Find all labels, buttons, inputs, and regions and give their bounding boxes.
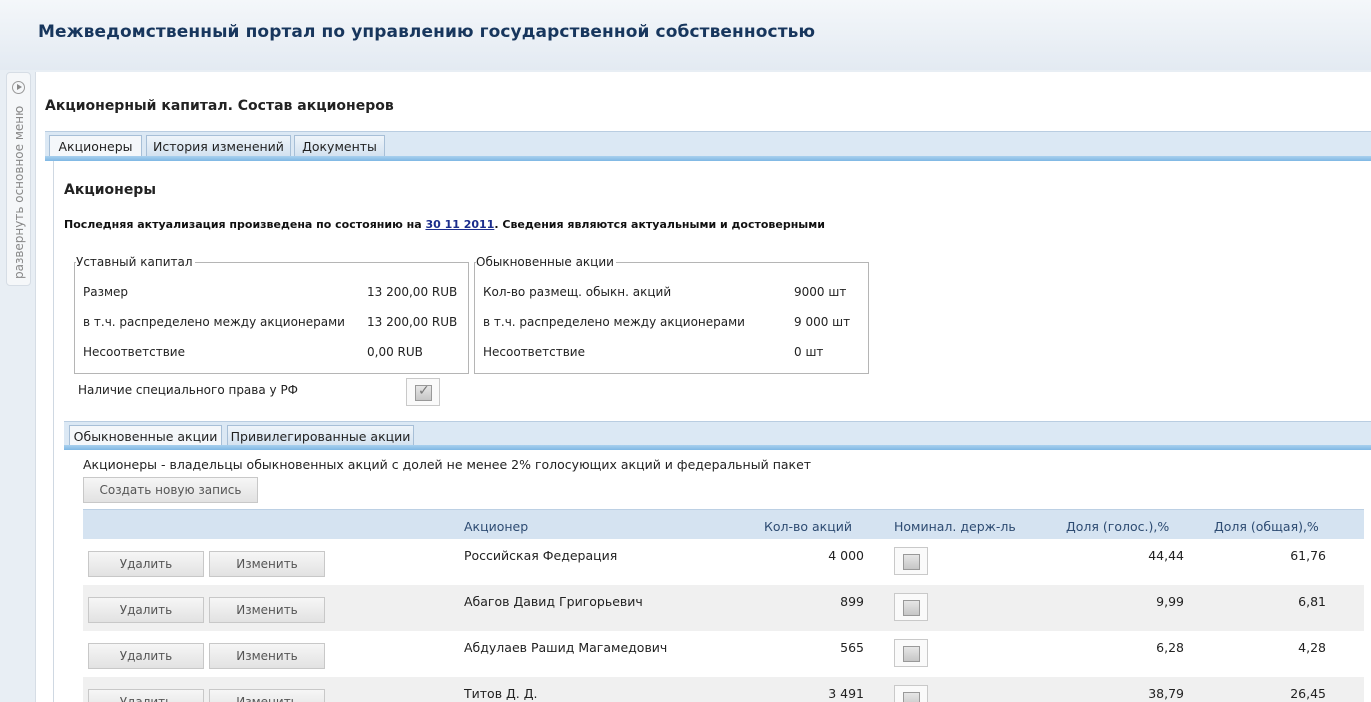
portal-title: Межведомственный портал по управлению го…	[38, 22, 816, 42]
ordinary-mismatch-value: 0 шт	[794, 345, 824, 359]
vote-share: 38,79	[1148, 686, 1184, 701]
col-vote-share[interactable]: Доля (голос.),%	[1066, 519, 1169, 534]
checkmark-icon	[415, 383, 432, 401]
actualization-date-link[interactable]: 30 11 2011	[425, 218, 494, 231]
actualization-note: Последняя актуализация произведена по со…	[64, 218, 825, 231]
table-row: Удалить Изменить Титов Д. Д. 3 491 38,79…	[83, 677, 1364, 702]
shares-count: 3 491	[828, 686, 864, 701]
total-share: 26,45	[1290, 686, 1326, 701]
edit-button[interactable]: Изменить	[209, 551, 325, 577]
ordinary-distributed-label: в т.ч. распределено между акционерами	[483, 315, 745, 329]
subtabbar-strip	[64, 445, 1371, 450]
page-title: Акционерный капитал. Состав акционеров	[45, 98, 394, 114]
actualization-suffix: . Сведения являются актуальными и достов…	[494, 218, 825, 231]
delete-button[interactable]: Удалить	[88, 689, 204, 702]
charter-distributed-label: в т.ч. распределено между акционерами	[83, 315, 345, 329]
expand-menu-toggle[interactable]: развернуть основное меню	[6, 72, 31, 286]
charter-distributed-value: 13 200,00 RUB	[367, 315, 458, 329]
nominee-checkbox[interactable]	[894, 547, 928, 575]
main-tabbar: Акционеры История изменений Документы	[45, 131, 1371, 161]
table-row: Удалить Изменить Абдулаев Рашид Магамедо…	[83, 631, 1364, 677]
app-header: Межведомственный портал по управлению го…	[0, 0, 1371, 70]
charter-size-label: Размер	[83, 285, 129, 299]
shares-count: 4 000	[828, 548, 864, 563]
section-title: Акционеры	[64, 182, 156, 198]
col-holder[interactable]: Акционер	[464, 519, 528, 534]
edit-button[interactable]: Изменить	[209, 689, 325, 702]
delete-button[interactable]: Удалить	[88, 551, 204, 577]
holder-name: Абдулаев Рашид Магамедович	[464, 640, 668, 655]
shares-subtabbar: Обыкновенные акции Привилегированные акц…	[64, 421, 1371, 450]
special-right-label: Наличие специального права у РФ	[78, 383, 299, 397]
total-share: 4,28	[1298, 640, 1326, 655]
actualization-prefix: Последняя актуализация произведена по со…	[64, 218, 422, 231]
shareholders-panel: Акционеры Последняя актуализация произве…	[53, 161, 1371, 702]
vote-share: 6,28	[1156, 640, 1184, 655]
delete-button[interactable]: Удалить	[88, 643, 204, 669]
shares-count: 565	[840, 640, 864, 655]
charter-mismatch-value: 0,00 RUB	[367, 345, 423, 359]
charter-size-value: 13 200,00 RUB	[367, 285, 458, 299]
edit-button[interactable]: Изменить	[209, 643, 325, 669]
total-share: 6,81	[1298, 594, 1326, 609]
holder-name: Российская Федерация	[464, 548, 618, 563]
ordinary-mismatch-label: Несоответствие	[483, 345, 585, 359]
nominee-checkbox[interactable]	[894, 639, 928, 667]
grid-description: Акционеры - владельцы обыкновенных акций…	[83, 457, 812, 472]
nominee-checkbox[interactable]	[894, 593, 928, 621]
nominee-checkbox[interactable]	[894, 685, 928, 702]
table-row: Удалить Изменить Российская Федерация 4 …	[83, 539, 1364, 585]
ordinary-placed-value: 9000 шт	[794, 285, 847, 299]
col-shares[interactable]: Кол-во акций	[764, 519, 852, 534]
table-row: Удалить Изменить Абагов Давид Григорьеви…	[83, 585, 1364, 631]
grid-header: Акционер Кол-во акций Номинал. держ-ль Д…	[83, 509, 1364, 539]
ordinary-placed-label: Кол-во размещ. обыкн. акций	[483, 285, 672, 299]
holder-name: Титов Д. Д.	[464, 686, 538, 701]
col-nominee[interactable]: Номинал. держ-ль	[894, 519, 1016, 534]
ordinary-shares-legend: Обыкновенные акции	[476, 255, 616, 269]
delete-button[interactable]: Удалить	[88, 597, 204, 623]
vote-share: 9,99	[1156, 594, 1184, 609]
edit-button[interactable]: Изменить	[209, 597, 325, 623]
col-total-share[interactable]: Доля (общая),%	[1214, 519, 1319, 534]
ordinary-shares-box: Обыкновенные акции Кол-во размещ. обыкн.…	[474, 255, 869, 374]
ordinary-distributed-value: 9 000 шт	[794, 315, 851, 329]
holder-name: Абагов Давид Григорьевич	[464, 594, 643, 609]
create-record-button[interactable]: Создать новую запись	[83, 477, 258, 503]
total-share: 61,76	[1290, 548, 1326, 563]
charter-mismatch-label: Несоответствие	[83, 345, 185, 359]
charter-capital-box: Уставный капитал Размер 13 200,00 RUB в …	[74, 255, 469, 374]
charter-capital-legend: Уставный капитал	[76, 255, 195, 269]
shares-count: 899	[840, 594, 864, 609]
special-right-checkbox[interactable]	[406, 378, 440, 406]
expand-arrow-icon	[12, 81, 25, 94]
main-content: Акционерный капитал. Состав акционеров А…	[35, 72, 1371, 702]
expand-menu-label: развернуть основное меню	[12, 105, 26, 279]
vote-share: 44,44	[1148, 548, 1184, 563]
